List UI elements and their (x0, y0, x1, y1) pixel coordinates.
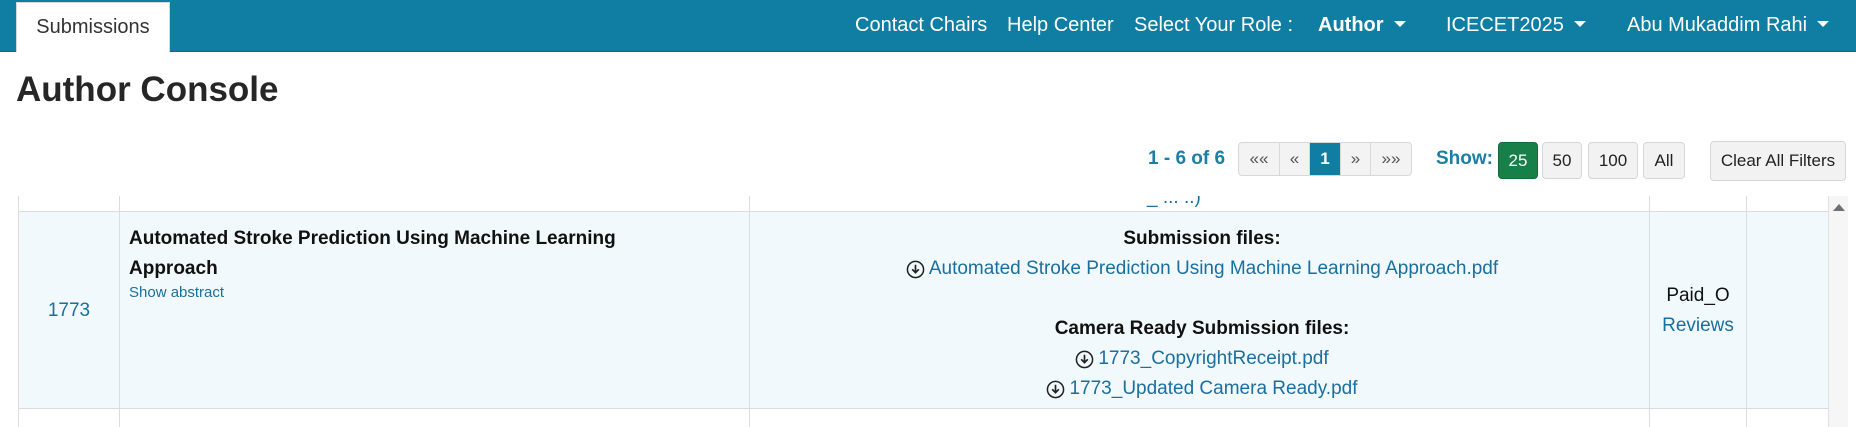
files-cell: Submission files: Automated Stroke Predi… (750, 224, 1654, 404)
download-circle-icon (906, 260, 925, 278)
page-size-all-button[interactable]: All (1643, 142, 1685, 179)
first-page-button[interactable]: «« (1239, 143, 1280, 175)
submission-id-link[interactable]: 1773 (19, 212, 119, 409)
download-circle-icon (1047, 380, 1065, 398)
camera-ready-file-link[interactable]: 1773_Updated Camera Ready.pdf (1046, 374, 1358, 404)
next-page-button[interactable]: » (1341, 143, 1371, 175)
chevron-down-icon (1393, 20, 1406, 27)
contact-chairs-link[interactable]: Contact Chairs (855, 14, 987, 37)
page-size-25-button[interactable]: 25 (1498, 142, 1538, 179)
role-dropdown[interactable]: Author (1318, 14, 1406, 37)
paper-title-line-1: Automated Stroke Prediction Using Machin… (129, 228, 616, 249)
paper-title-line-2: Approach (129, 258, 218, 279)
current-page-button[interactable]: 1 (1310, 143, 1341, 175)
submission-files-heading: Submission files: (1123, 228, 1281, 249)
previous-page-button[interactable]: « (1280, 143, 1310, 175)
pagination-range: 1 - 6 of 6 (1148, 148, 1226, 169)
conference-dropdown-label: ICECET2025 (1446, 14, 1564, 36)
page-size-100-button[interactable]: 100 (1588, 142, 1638, 179)
select-role-label: Select Your Role : (1134, 14, 1293, 36)
payment-status: Paid_O (1666, 284, 1730, 306)
column-divider (119, 196, 120, 427)
reviews-link[interactable]: Reviews (1662, 311, 1734, 341)
status-cell: Paid_O Reviews (1650, 212, 1746, 409)
top-navbar: Submissions Contact Chairs Help Center S… (0, 0, 1856, 52)
navbar-links: Contact Chairs Help Center Select Your R… (0, 0, 1856, 52)
submission-file-link[interactable]: Automated Stroke Prediction Using Machin… (906, 254, 1498, 284)
submission-file-name: Automated Stroke Prediction Using Machin… (928, 258, 1499, 279)
camera-ready-file-link[interactable]: 1773_CopyrightReceipt.pdf (1075, 344, 1329, 374)
paper-title-cell: Automated Stroke Prediction Using Machin… (129, 224, 669, 302)
pagination: «« « 1 » »» (1238, 142, 1412, 176)
table-row-previous: _ ... ..) (19, 196, 1828, 212)
chevron-down-icon (1573, 20, 1586, 27)
last-page-button[interactable]: »» (1371, 143, 1411, 175)
scroll-up-arrow-icon[interactable] (1833, 204, 1845, 211)
show-label: Show: (1436, 148, 1493, 169)
camera-ready-file-name: 1773_Updated Camera Ready.pdf (1069, 378, 1358, 399)
help-center-link[interactable]: Help Center (1007, 14, 1114, 37)
camera-ready-files-heading: Camera Ready Submission files: (1054, 318, 1350, 339)
column-divider (1746, 196, 1747, 427)
download-circle-icon (1076, 350, 1094, 368)
user-menu-dropdown[interactable]: Abu Mukaddim Rahi (1627, 14, 1830, 37)
camera-ready-file-name: 1773_CopyrightReceipt.pdf (1098, 348, 1329, 369)
clear-all-filters-button[interactable]: Clear All Filters (1710, 141, 1846, 181)
show-abstract-link[interactable]: Show abstract (129, 284, 224, 301)
vertical-scrollbar[interactable] (1828, 196, 1848, 427)
chevron-down-icon (1817, 20, 1830, 27)
page-size-50-button[interactable]: 50 (1542, 142, 1582, 179)
page-title: Author Console (16, 70, 279, 109)
conference-dropdown[interactable]: ICECET2025 (1446, 14, 1586, 37)
role-dropdown-label: Author (1318, 14, 1384, 36)
user-menu-label: Abu Mukaddim Rahi (1627, 14, 1808, 36)
submissions-table: _ ... ..) 1773 Automated Stroke Predicti… (18, 196, 1828, 427)
table-row-next (19, 410, 1828, 427)
clipped-file-link[interactable]: _ ... ..) (1147, 196, 1201, 209)
